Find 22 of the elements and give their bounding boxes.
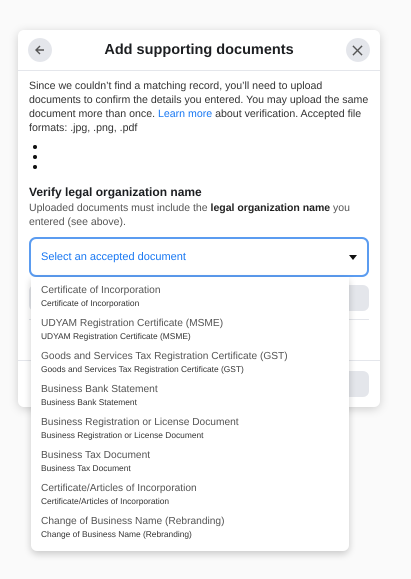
dropdown-option[interactable]: Business Registration or License Document Business Registration or License Document [31,413,349,446]
bullet-icon [33,145,37,149]
bullet-icon [33,165,37,169]
close-button[interactable] [346,38,370,62]
dropdown-option[interactable]: Business Bank Statement Business Bank Statement [31,380,349,413]
section-description: Uploaded documents must include the legal organization name you entered (see above). [29,201,351,229]
dropdown-option[interactable]: Certificate of Incorporation Certificate of Incorporation [31,281,349,314]
intro-text: Since we couldn’t find a matching record, you’ll need to upload documents to confirm the details you entered. You may upload the same document more than once. Learn more about verification. Accepted file formats: .jpg, .png, .pdf [29,79,369,135]
document-select[interactable]: Select an accepted document [29,237,369,277]
caret-icon [349,254,357,260]
dropdown-option[interactable]: Change of Business Name (Rebranding) Change of Business Name (Rebranding) [31,512,349,545]
dialog-title: Add supporting documents [104,42,294,58]
learn-more-link[interactable]: Learn more [158,108,212,120]
back-arrow-icon [34,44,46,56]
dropdown-option[interactable]: Goods and Services Tax Registration Certificate (GST) Goods and Services Tax Registration Certificate (GST) [31,347,349,380]
close-icon [352,44,364,56]
section-heading: Verify legal organization name [29,185,203,199]
back-button[interactable] [28,38,52,62]
dropdown-option[interactable]: Certificate/Articles of Incorporation Certificate/Articles of Incorporation [31,479,349,512]
dropdown-option[interactable]: Business Tax Document Business Tax Document [31,446,349,479]
bullet-icon [33,155,37,159]
dropdown-option[interactable]: UDYAM Registration Certificate (MSME) UDYAM Registration Certificate (MSME) [31,314,349,347]
